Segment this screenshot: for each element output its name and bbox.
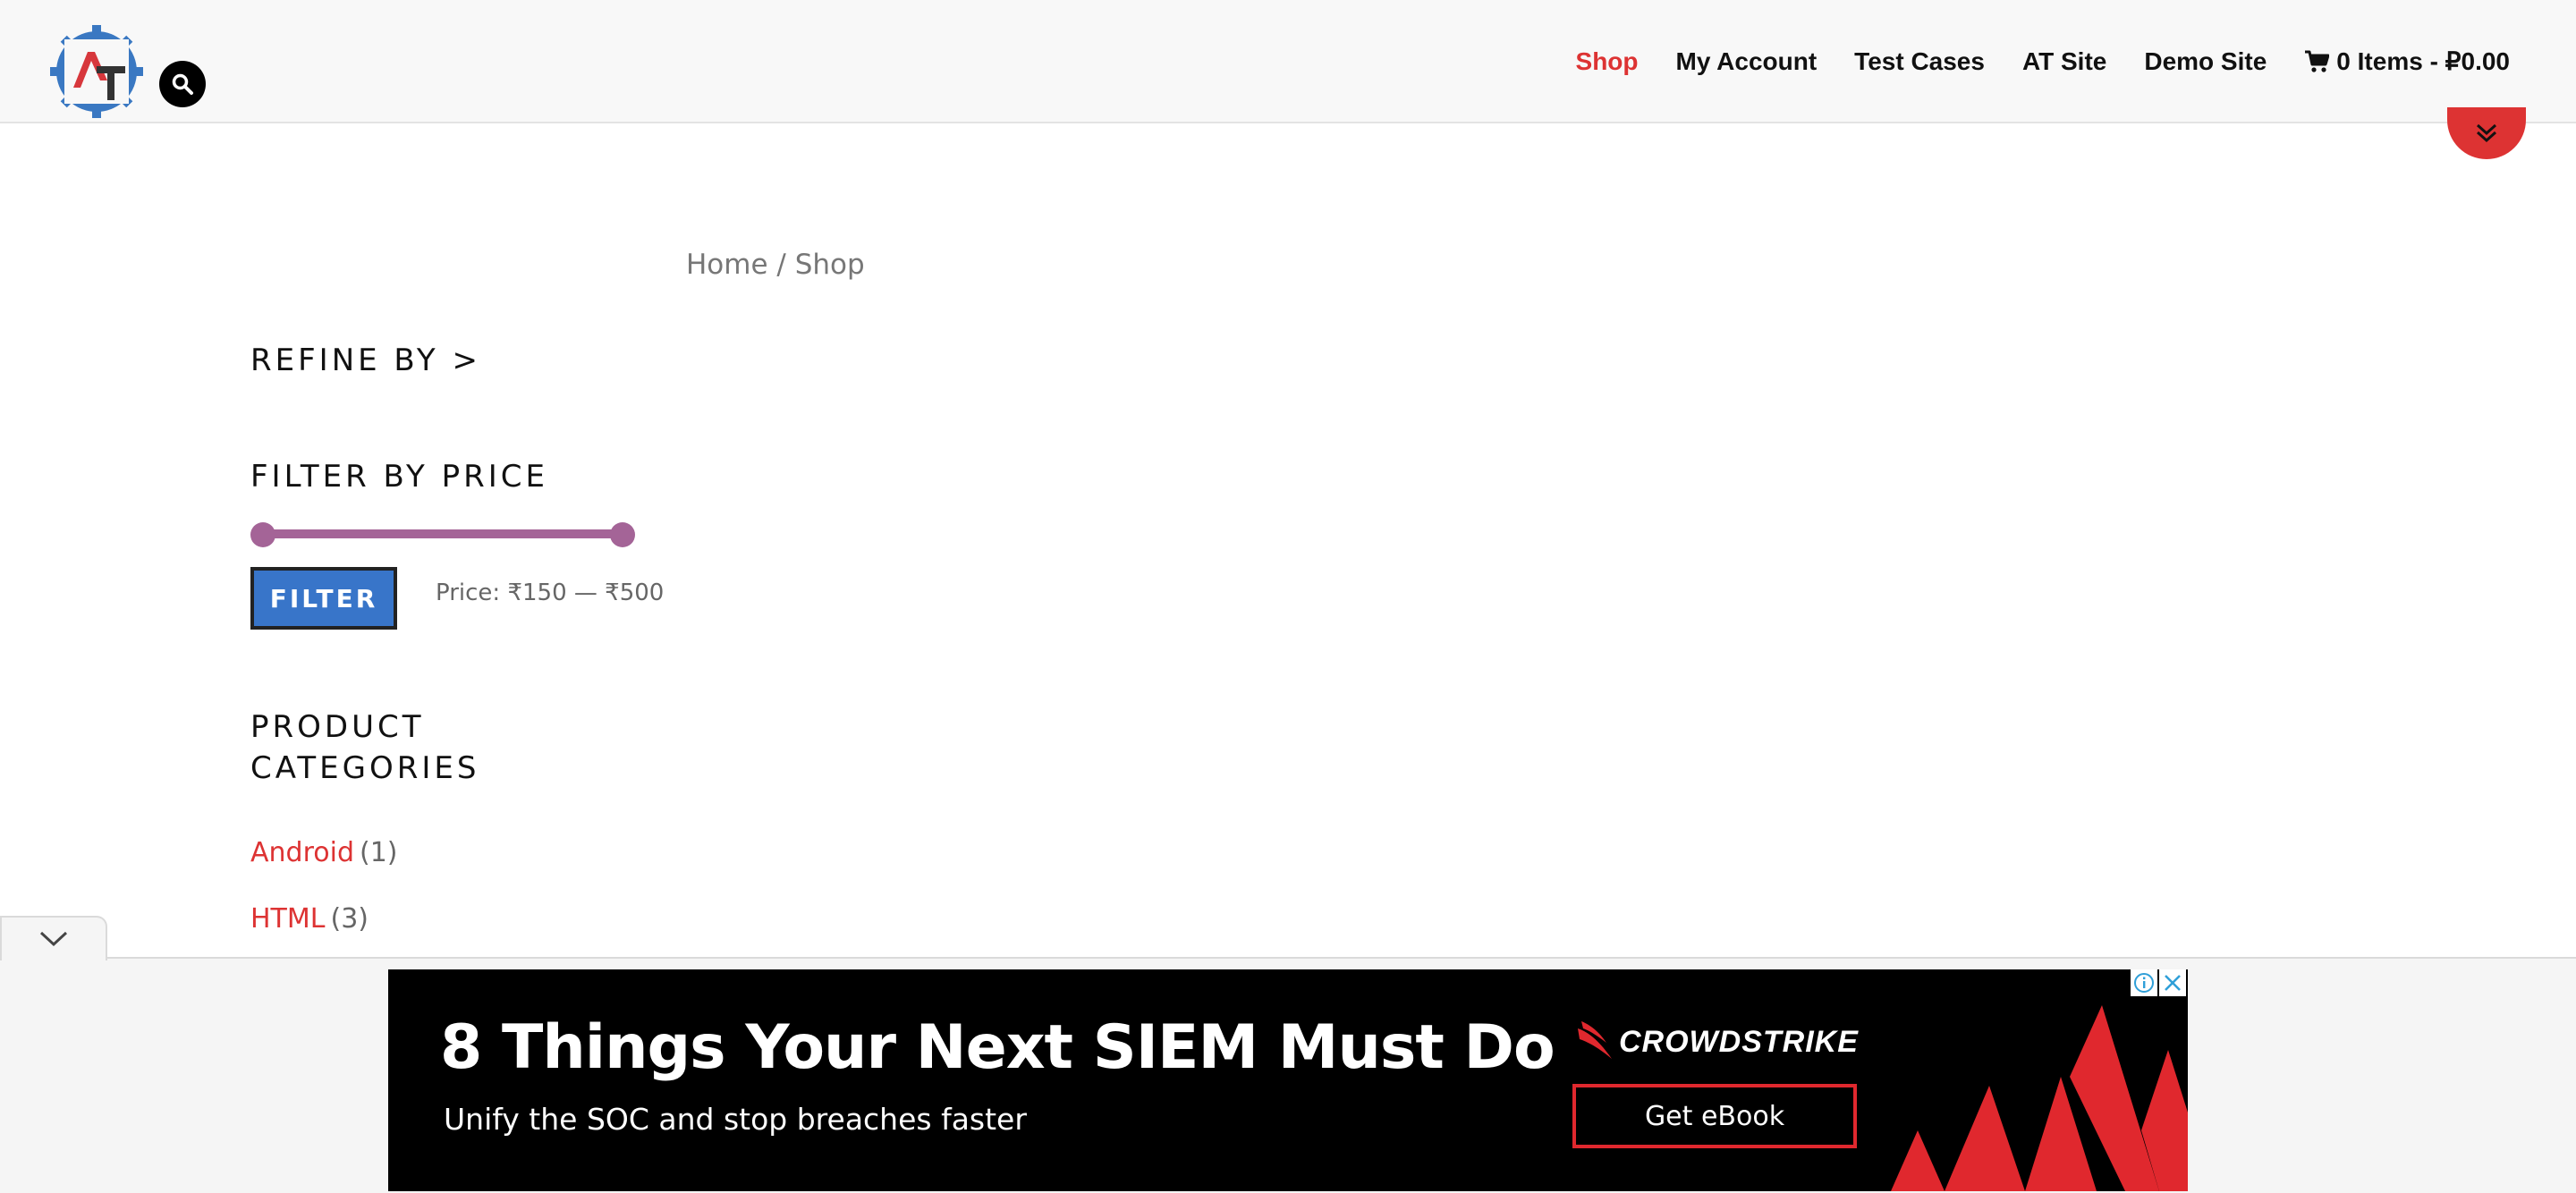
chevron-down-icon	[39, 931, 68, 947]
ad-info-button[interactable]	[2131, 969, 2157, 996]
category-item: Android (1)	[250, 837, 398, 868]
ad-collapse-toggle[interactable]	[0, 916, 107, 960]
nav-demo-site[interactable]: Demo Site	[2144, 47, 2267, 76]
close-icon	[2165, 975, 2181, 991]
site-header: Shop My Account Test Cases AT Site Demo …	[0, 0, 2576, 123]
price-range-label: Price: ₹150 — ₹500	[436, 580, 665, 606]
ad-decoration-stripes	[1891, 1005, 2188, 1191]
filter-by-price-title: FILTER BY PRICE	[250, 459, 548, 495]
double-chevron-down-icon	[2476, 123, 2497, 143]
info-icon	[2134, 973, 2154, 993]
ad-headline: 8 Things Your Next SIEM Must Do	[440, 1012, 1555, 1083]
category-item: HTML (3)	[250, 903, 369, 935]
nav-cart[interactable]: 0 Items - ₽0.00	[2304, 47, 2510, 76]
nav-my-account[interactable]: My Account	[1676, 47, 1818, 76]
nav-at-site[interactable]: AT Site	[2022, 47, 2106, 76]
category-link-android[interactable]: Android	[250, 837, 354, 868]
ad-brand-name: CROWDSTRIKE	[1619, 1024, 1859, 1059]
ad-close-button[interactable]	[2159, 969, 2186, 996]
breadcrumb[interactable]: Home / Shop	[686, 249, 865, 281]
ad-banner[interactable]: 8 Things Your Next SIEM Must Do Unify th…	[388, 969, 2188, 1191]
product-categories-title: PRODUCT CATEGORIES	[250, 709, 480, 786]
search-icon	[172, 73, 193, 95]
cart-label: 0 Items - ₽0.00	[2336, 47, 2510, 75]
slider-max-handle[interactable]	[610, 522, 635, 547]
category-count: (1)	[360, 837, 398, 868]
scroll-down-button[interactable]	[2447, 107, 2526, 159]
main-nav: Shop My Account Test Cases AT Site Demo …	[1576, 47, 2510, 76]
price-range-slider[interactable]	[250, 522, 635, 547]
at-logo[interactable]	[50, 25, 143, 118]
crowdstrike-logo-icon	[1578, 1021, 1612, 1059]
cart-icon	[2305, 50, 2330, 72]
get-ebook-button[interactable]: Get eBook	[1572, 1084, 1857, 1148]
nav-test-cases[interactable]: Test Cases	[1854, 47, 1985, 76]
ad-brand: CROWDSTRIKE	[1576, 1020, 1859, 1064]
category-count: (3)	[330, 903, 369, 935]
category-link-html[interactable]: HTML	[250, 903, 325, 935]
filter-button[interactable]: FILTER	[250, 567, 397, 630]
ad-subline: Unify the SOC and stop breaches faster	[444, 1102, 1027, 1137]
refine-by-title[interactable]: REFINE BY >	[250, 340, 481, 381]
slider-min-handle[interactable]	[250, 522, 275, 547]
search-button[interactable]	[159, 61, 206, 107]
slider-track	[263, 529, 623, 538]
nav-shop[interactable]: Shop	[1576, 47, 1639, 76]
